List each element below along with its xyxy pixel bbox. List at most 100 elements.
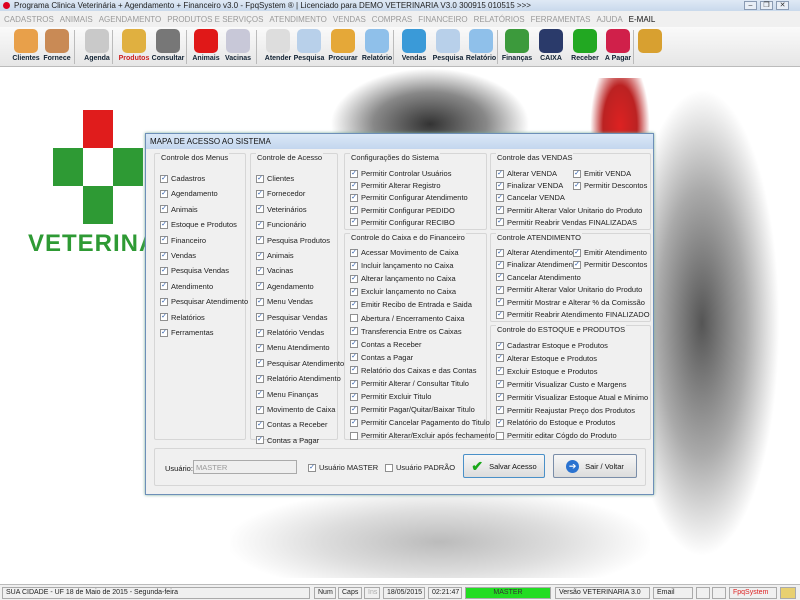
permission-checkbox[interactable]: ✓ Atendimento <box>160 282 213 291</box>
permission-checkbox[interactable]: ✓ Alterar Estoque e Produtos <box>496 354 597 363</box>
menu-e-mail[interactable]: E-MAIL <box>629 15 656 24</box>
permission-checkbox[interactable]: ✓ Permitir Reabrir Vendas FINALIZADAS <box>496 218 637 227</box>
toolbar-button-pesquisa[interactable]: Pesquisa <box>431 29 465 65</box>
permission-checkbox[interactable]: ✓ Incluir lançamento no Caixa <box>350 261 454 270</box>
permission-checkbox[interactable]: ✓ Relatório do Estoque e Produtos <box>496 418 615 427</box>
toolbar-button-agenda[interactable]: Agenda <box>80 29 114 65</box>
toolbar-button-animais[interactable]: Animais <box>189 29 223 65</box>
permission-checkbox[interactable]: ✓ Pesquisar Atendimento <box>256 359 344 368</box>
permission-checkbox[interactable]: ✓ Excluir Estoque e Produtos <box>496 367 597 376</box>
status-email[interactable]: Email <box>653 587 693 599</box>
permission-checkbox[interactable]: ✓ Permitir Alterar / Consultar Titulo <box>350 379 469 388</box>
permission-checkbox[interactable]: ✓ Relatórios <box>160 313 205 322</box>
menu-relat-rios[interactable]: RELATÓRIOS <box>474 15 525 24</box>
toolbar-button-vendas[interactable]: Vendas <box>397 29 431 65</box>
printer-icon[interactable] <box>696 587 710 599</box>
permission-checkbox[interactable]: ✓ Pesquisar Atendimento <box>160 297 248 306</box>
toolbar-button-atender[interactable]: Atender <box>261 29 295 65</box>
permission-checkbox[interactable]: ✓ Contas a Pagar <box>350 353 413 362</box>
permission-checkbox[interactable]: ✓ Menu Vendas <box>256 297 313 306</box>
permission-checkbox[interactable]: ✓ Estoque e Produtos <box>160 220 237 229</box>
master-user-checkbox[interactable]: ✓ Usuário MASTER <box>308 463 378 472</box>
permission-checkbox[interactable]: ✓ Clientes <box>256 174 294 183</box>
menu-cadastros[interactable]: CADASTROS <box>4 15 54 24</box>
permission-checkbox[interactable]: ✓ Veterinários <box>256 205 307 214</box>
permission-checkbox[interactable]: ✓ Permitir Alterar Valor Unitario do Prod… <box>496 206 642 215</box>
permission-checkbox[interactable]: ✓ Menu Finanças <box>256 390 318 399</box>
permission-checkbox[interactable]: ✓ Finalizar Atendimento <box>496 260 579 269</box>
permission-checkbox[interactable]: ✓ Ferramentas <box>160 328 214 337</box>
menu-atendimento[interactable]: ATENDIMENTO <box>269 15 326 24</box>
permission-checkbox[interactable]: ✓ Permitir Excluir Titulo <box>350 392 431 401</box>
save-access-button[interactable]: ✔ Salvar Acesso <box>463 454 545 478</box>
permission-checkbox[interactable]: ✓ Cadastros <box>160 174 205 183</box>
toolbar-button-exit[interactable] <box>633 29 667 65</box>
permission-checkbox[interactable]: ✓ Agendamento <box>160 189 218 198</box>
menu-animais[interactable]: ANIMAIS <box>60 15 93 24</box>
permission-checkbox[interactable]: ✓ Permitir Alterar Valor Unitario do Prod… <box>496 285 642 294</box>
permission-checkbox[interactable]: ✓ Permitir Alterar Registro <box>350 181 441 190</box>
exit-button[interactable]: ➔ Sair / Voltar <box>553 454 637 478</box>
toolbar-button-a-pagar[interactable]: A Pagar <box>601 29 635 65</box>
toolbar-button-finan-as[interactable]: Finanças <box>500 29 534 65</box>
permission-checkbox[interactable]: ✓ Menu Atendimento <box>256 343 330 352</box>
permission-checkbox[interactable]: Permitir editar Cógdo do Produto <box>496 431 617 440</box>
permission-checkbox[interactable]: ✓ Relatório dos Caixas e das Contas <box>350 366 476 375</box>
permission-checkbox[interactable]: ✓ Financeiro <box>160 236 206 245</box>
toolbar-button-clientes[interactable]: Clientes <box>9 29 43 65</box>
permission-checkbox[interactable]: ✓ Permitir Configurar RECIBO <box>350 218 455 227</box>
permission-checkbox[interactable]: ✓ Permitir Descontos <box>573 260 647 269</box>
permission-checkbox[interactable]: ✓ Excluir lançamento no Caixa <box>350 287 456 296</box>
permission-checkbox[interactable]: Abertura / Encerramento Caixa <box>350 314 464 323</box>
permission-checkbox[interactable]: ✓ Transferencia Entre os Caixas <box>350 327 462 336</box>
permission-checkbox[interactable]: Permitir Alterar/Excluir após fechamento <box>350 431 495 440</box>
toolbar-button-caixa[interactable]: CAIXA <box>534 29 568 65</box>
toolbar-button-relat-rio[interactable]: Relatório <box>360 29 394 65</box>
permission-checkbox[interactable]: ✓ Contas a Receber <box>256 420 327 429</box>
permission-checkbox[interactable]: ✓ Permitir Cancelar Pagamento do Titulo <box>350 418 490 427</box>
menu-produtos-e-servi-os[interactable]: PRODUTOS E SERVIÇOS <box>167 15 263 24</box>
menu-vendas[interactable]: VENDAS <box>333 15 366 24</box>
permission-checkbox[interactable]: ✓ Alterar Atendimento <box>496 248 573 257</box>
permission-checkbox[interactable]: ✓ Acessar Movimento de Caixa <box>350 248 459 257</box>
permission-checkbox[interactable]: ✓ Movimento de Caixa <box>256 405 335 414</box>
permission-checkbox[interactable]: ✓ Permitir Mostrar e Alterar % da Comissã… <box>496 298 645 307</box>
user-input[interactable] <box>193 460 297 474</box>
toolbar-button-pesquisa[interactable]: Pesquisa <box>292 29 326 65</box>
network-icon[interactable] <box>712 587 726 599</box>
permission-checkbox[interactable]: ✓ Permitir Visualizar Custo e Margens <box>496 380 627 389</box>
default-user-checkbox[interactable]: Usuário PADRÃO <box>385 463 455 472</box>
permission-checkbox[interactable]: ✓ Emitir Recibo de Entrada e Saida <box>350 300 472 309</box>
exit-small-icon[interactable] <box>780 587 796 599</box>
permission-checkbox[interactable]: ✓ Alterar lançamento no Caixa <box>350 274 456 283</box>
permission-checkbox[interactable]: ✓ Cadastrar Estoque e Produtos <box>496 341 608 350</box>
permission-checkbox[interactable]: ✓ Emitir Atendimento <box>573 248 647 257</box>
menu-ferramentas[interactable]: FERRAMENTAS <box>531 15 591 24</box>
permission-checkbox[interactable]: ✓ Vendas <box>160 251 196 260</box>
permission-checkbox[interactable]: ✓ Contas a Receber <box>350 340 421 349</box>
toolbar-button-procurar[interactable]: Procurar <box>326 29 360 65</box>
permission-checkbox[interactable]: ✓ Contas a Pagar <box>256 436 319 445</box>
toolbar-button-produtos[interactable]: Produtos <box>117 29 151 65</box>
permission-checkbox[interactable]: ✓ Vacinas <box>256 266 293 275</box>
toolbar-button-consultar[interactable]: Consultar <box>151 29 185 65</box>
permission-checkbox[interactable]: ✓ Relatório Atendimento <box>256 374 341 383</box>
permission-checkbox[interactable]: ✓ Funcionário <box>256 220 306 229</box>
toolbar-button-receber[interactable]: Receber <box>568 29 602 65</box>
permission-checkbox[interactable]: ✓ Permitir Reajustar Preço dos Produtos <box>496 406 635 415</box>
permission-checkbox[interactable]: ✓ Permitir Visualizar Estoque Atual e Min… <box>496 393 648 402</box>
minimize-button[interactable]: – <box>744 1 757 10</box>
permission-checkbox[interactable]: ✓ Permitir Configurar PEDIDO <box>350 206 455 215</box>
permission-checkbox[interactable]: ✓ Permitir Controlar Usuários <box>350 169 451 178</box>
permission-checkbox[interactable]: ✓ Emitir VENDA <box>573 169 631 178</box>
close-button[interactable]: ✕ <box>776 1 789 10</box>
permission-checkbox[interactable]: ✓ Cancelar VENDA <box>496 193 565 202</box>
permission-checkbox[interactable]: ✓ Permitir Configurar Atendimento <box>350 193 468 202</box>
toolbar-button-vacinas[interactable]: Vacinas <box>221 29 255 65</box>
permission-checkbox[interactable]: ✓ Pesquisar Vendas <box>256 313 327 322</box>
permission-checkbox[interactable]: ✓ Agendamento <box>256 282 314 291</box>
permission-checkbox[interactable]: ✓ Cancelar Atendimento <box>496 273 581 282</box>
permission-checkbox[interactable]: ✓ Permitir Pagar/Quitar/Baixar Titulo <box>350 405 475 414</box>
toolbar-button-fornece[interactable]: Fornece <box>40 29 74 65</box>
menu-compras[interactable]: COMPRAS <box>372 15 412 24</box>
